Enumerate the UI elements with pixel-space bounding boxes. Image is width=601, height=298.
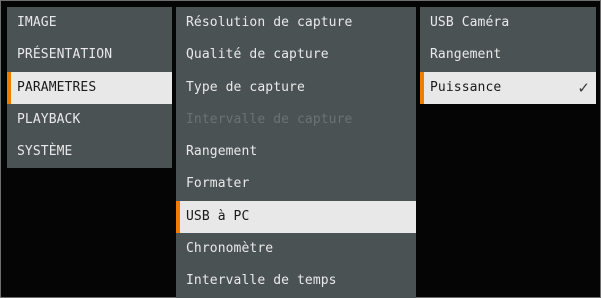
- submenu-item-label: Chronomètre: [186, 241, 274, 257]
- option-item-label: Puissance: [430, 79, 502, 95]
- menu-item-label: PARAMETRES: [17, 79, 97, 95]
- menu-item-label: PLAYBACK: [17, 111, 81, 127]
- submenu-item-resolution[interactable]: Résolution de capture: [176, 7, 416, 40]
- selection-accent-bar: [176, 200, 180, 234]
- submenu-item-type-capture[interactable]: Type de capture: [176, 71, 416, 104]
- submenu-item-intervalle-temps[interactable]: Intervalle de temps: [176, 265, 416, 298]
- submenu-item-label: Formater: [186, 176, 250, 192]
- menu-item-parametres[interactable]: PARAMETRES: [7, 71, 172, 104]
- submenu-item-label: USB à PC: [186, 208, 250, 224]
- option-item-rangement[interactable]: Rangement: [420, 39, 596, 72]
- submenu-item-label: Intervalle de temps: [186, 273, 337, 289]
- menu-item-presentation[interactable]: PRÉSENTATION: [7, 39, 172, 72]
- submenu-item-chronometre[interactable]: Chronomètre: [176, 233, 416, 266]
- checkmark-icon: ✓: [577, 78, 590, 97]
- submenu-item-formater[interactable]: Formater: [176, 168, 416, 201]
- option-item-usb-camera[interactable]: USB Caméra: [420, 7, 596, 40]
- options-column: USB Caméra Rangement Puissance ✓: [420, 7, 596, 104]
- submenu-item-intervalle-capture: Intervalle de capture: [176, 103, 416, 137]
- submenu-item-label: Qualité de capture: [186, 47, 329, 63]
- menu-item-label: IMAGE: [17, 15, 57, 30]
- submenu-item-label: Rangement: [186, 144, 258, 160]
- option-item-puissance[interactable]: Puissance ✓: [420, 71, 596, 104]
- option-item-label: Rangement: [430, 47, 502, 63]
- submenu-item-label: Type de capture: [186, 79, 305, 95]
- menu-item-playback[interactable]: PLAYBACK: [7, 103, 172, 137]
- menu-item-systeme[interactable]: SYSTÈME: [7, 136, 172, 169]
- menu-item-label: PRÉSENTATION: [17, 47, 113, 63]
- submenu-item-label: Résolution de capture: [186, 15, 353, 30]
- menu-item-image[interactable]: IMAGE: [7, 7, 172, 40]
- submenu-item-qualite[interactable]: Qualité de capture: [176, 39, 416, 72]
- submenu-item-rangement[interactable]: Rangement: [176, 136, 416, 169]
- option-item-label: USB Caméra: [430, 15, 510, 30]
- selection-accent-bar: [7, 71, 11, 104]
- submenu-column: Résolution de capture Qualité de capture…: [176, 7, 416, 298]
- submenu-item-usb-pc[interactable]: USB à PC: [176, 200, 416, 234]
- main-menu-column: IMAGE PRÉSENTATION PARAMETRES PLAYBACK S…: [7, 7, 172, 169]
- menu-item-label: SYSTÈME: [17, 144, 73, 160]
- selection-accent-bar: [420, 71, 424, 104]
- submenu-item-label: Intervalle de capture: [186, 111, 353, 127]
- menu-frame: IMAGE PRÉSENTATION PARAMETRES PLAYBACK S…: [0, 0, 601, 298]
